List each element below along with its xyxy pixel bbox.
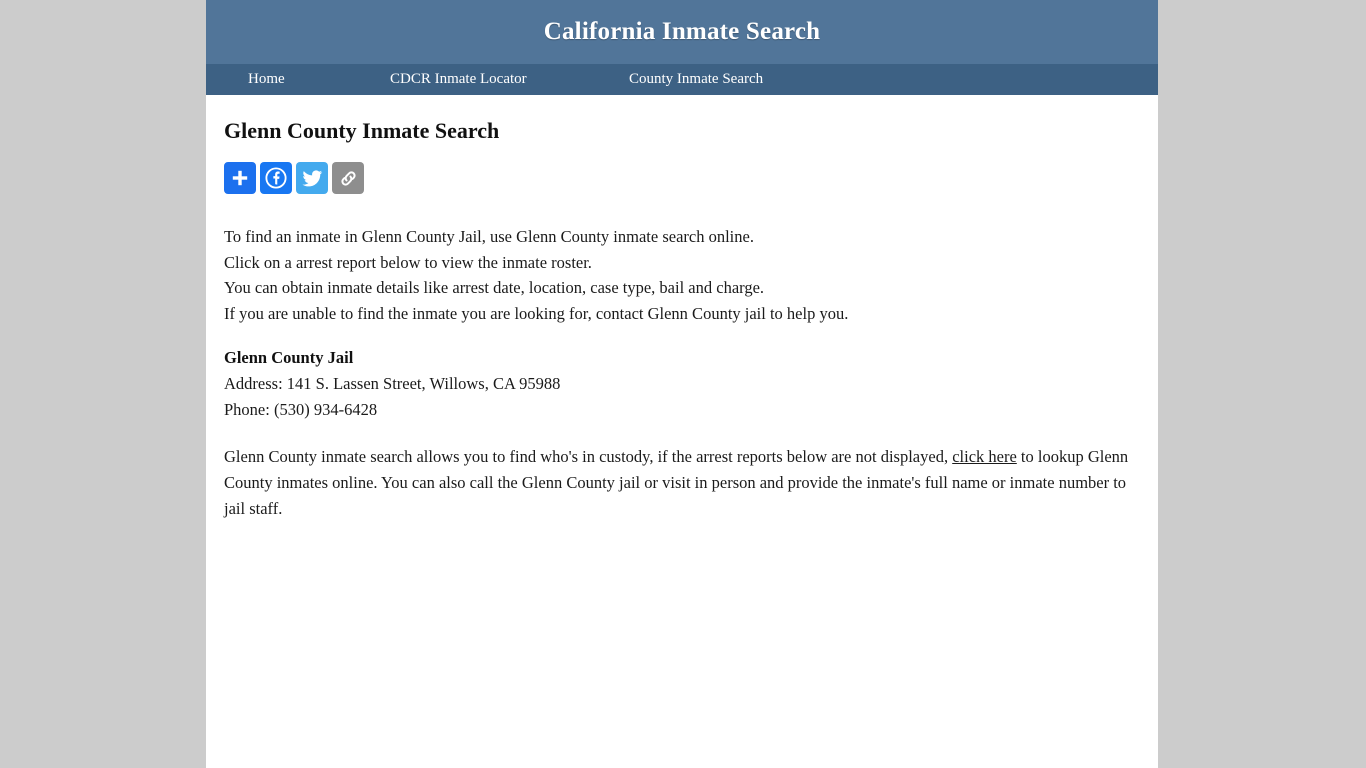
share-bar (224, 162, 1138, 194)
share-facebook-button[interactable] (260, 162, 292, 194)
share-addthis-button[interactable] (224, 162, 256, 194)
share-twitter-button[interactable] (296, 162, 328, 194)
jail-info-block: Glenn County Jail Address: 141 S. Lassen… (224, 326, 1138, 423)
intro-line: To find an inmate in Glenn County Jail, … (224, 227, 754, 246)
site-title: California Inmate Search (543, 18, 821, 45)
intro-line: Click on a arrest report below to view t… (224, 252, 592, 272)
click-here-link[interactable]: click here (952, 447, 1017, 466)
share-copy-link-button[interactable] (332, 162, 364, 194)
nav-item-cdcr-inmate-locator[interactable]: CDCR Inmate Locator (390, 64, 629, 95)
intro-line: You can obtain inmate details like arres… (224, 278, 765, 297)
nav-item-home[interactable]: Home (248, 64, 390, 95)
site-header: California Inmate Search (206, 0, 1158, 64)
jail-name: Glenn County Jail (224, 348, 354, 367)
main-navigation: Home CDCR Inmate Locator County Inmate S… (206, 64, 1158, 95)
outro-paragraph: Glenn County inmate search allows you to… (224, 423, 1137, 522)
page-container: California Inmate Search Home CDCR Inmat… (206, 0, 1158, 768)
main-content: Glenn County Inmate Search To find an in… (206, 95, 1158, 522)
intro-paragraph: To find an inmate in Glenn County Jail, … (224, 194, 1138, 326)
outro-text-before-link: Glenn County inmate search allows you to… (224, 447, 953, 466)
intro-line: If you are unable to find the inmate you… (224, 303, 849, 323)
jail-phone: Phone: (530) 934-6428 (224, 400, 378, 419)
twitter-bird-icon (301, 168, 323, 189)
jail-address: Address: 141 S. Lassen Street, Willows, … (224, 374, 561, 393)
plus-icon (230, 168, 250, 188)
nav-item-county-inmate-search[interactable]: County Inmate Search (629, 64, 829, 95)
page-title: Glenn County Inmate Search (224, 118, 500, 143)
chain-link-icon (338, 168, 359, 189)
facebook-icon (265, 167, 287, 189)
